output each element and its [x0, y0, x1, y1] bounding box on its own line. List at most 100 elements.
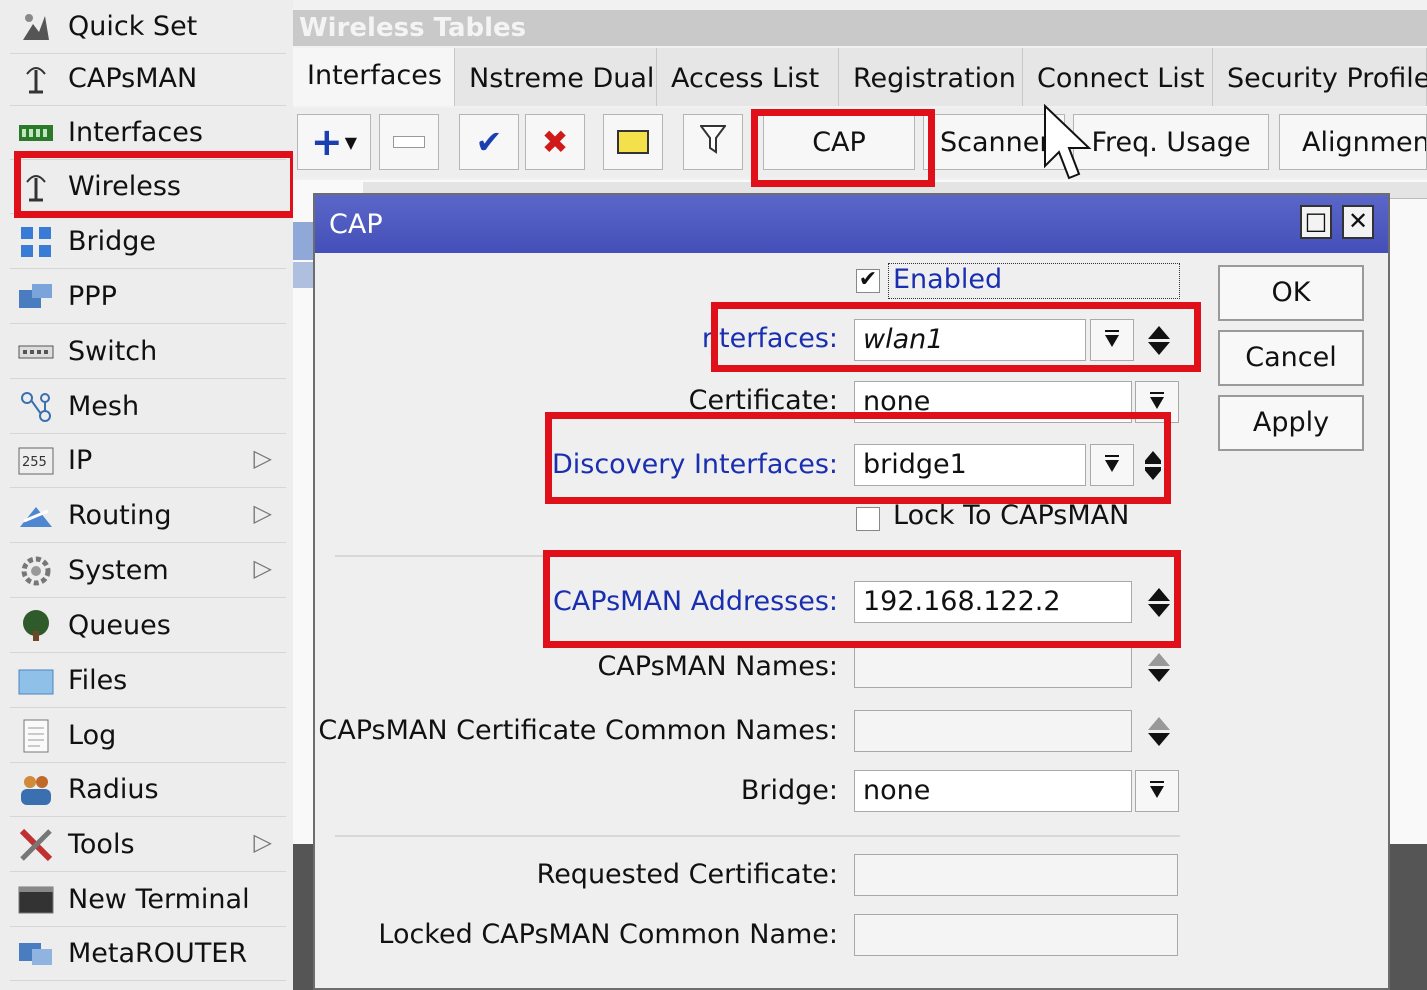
- capsman-cert-names-field[interactable]: [854, 710, 1132, 752]
- chevron-down-icon: ▼: [344, 132, 358, 152]
- close-icon[interactable]: ✕: [1342, 205, 1374, 239]
- separator: [335, 835, 1180, 837]
- enabled-checkbox[interactable]: ✔: [856, 269, 880, 293]
- sidebar-item-interfaces[interactable]: Interfaces: [10, 106, 286, 160]
- apply-button[interactable]: Apply: [1218, 395, 1364, 451]
- sidebar-menu: Quick Set CAPsMAN Interfaces Wireless Br…: [0, 0, 295, 990]
- plus-icon: +: [310, 120, 343, 164]
- disable-button[interactable]: ✖: [525, 114, 585, 170]
- sidebar-item-switch[interactable]: Switch: [10, 325, 286, 379]
- system-icon: [16, 551, 56, 591]
- tab-security-profile[interactable]: Security Profile: [1213, 48, 1427, 106]
- lock-to-capsman-checkbox[interactable]: [856, 507, 880, 531]
- certificate-field[interactable]: none: [854, 381, 1132, 423]
- sidebar-item-routing[interactable]: Routing ▷: [10, 489, 286, 543]
- interfaces-icon: [16, 113, 56, 153]
- interfaces-label: nterfaces:: [701, 323, 838, 354]
- maximize-icon[interactable]: □: [1300, 205, 1332, 239]
- requested-certificate-field[interactable]: [854, 854, 1178, 896]
- svg-text:255: 255: [22, 455, 47, 470]
- sidebar-item-files[interactable]: Files: [10, 654, 286, 708]
- enable-button[interactable]: ✔: [459, 114, 519, 170]
- locked-common-name-field[interactable]: [854, 914, 1178, 956]
- addresses-up-down-icon[interactable]: [1145, 581, 1173, 623]
- comment-icon: [617, 130, 649, 154]
- filter-icon: [699, 124, 727, 161]
- submenu-arrow-icon: ▷: [253, 554, 272, 582]
- lock-to-capsman-label: Lock To CAPsMAN: [893, 500, 1130, 531]
- ok-button[interactable]: OK: [1218, 265, 1364, 321]
- sidebar-item-label: Routing: [68, 500, 172, 531]
- interfaces-up-down-icon[interactable]: [1145, 319, 1173, 361]
- submenu-arrow-icon: ▷: [253, 828, 272, 856]
- tab-connect-list[interactable]: Connect List: [1023, 48, 1213, 106]
- tab-registration[interactable]: Registration: [839, 48, 1023, 106]
- bridge-dropdown-button[interactable]: [1135, 770, 1179, 812]
- routing-icon: [16, 496, 56, 536]
- sidebar-item-new-terminal[interactable]: New Terminal: [10, 873, 286, 927]
- cap-button[interactable]: CAP: [763, 114, 915, 170]
- tab-nstreme-dual[interactable]: Nstreme Dual: [455, 48, 657, 106]
- radius-icon: [16, 770, 56, 810]
- sidebar-item-capsman[interactable]: CAPsMAN: [10, 52, 286, 106]
- sidebar-item-label: Interfaces: [68, 117, 203, 148]
- discovery-interfaces-field[interactable]: bridge1: [854, 444, 1086, 486]
- sidebar-item-label: Tools: [68, 829, 135, 860]
- sidebar-item-bridge[interactable]: Bridge: [10, 215, 286, 269]
- cap-dialog: CAP □ ✕ ✔ Enabled nterfaces: wlan1 Certi…: [313, 193, 1390, 990]
- toolbar: + ▼ ✔ ✖ CAP Scanner Freq. Usage Alignmen…: [293, 108, 1427, 178]
- sidebar-item-label: IP: [68, 445, 93, 476]
- sidebar-item-wireless[interactable]: Wireless: [10, 160, 286, 214]
- filter-button[interactable]: [683, 114, 743, 170]
- bridge-field[interactable]: none: [854, 770, 1132, 812]
- dropdown-arrow-icon: [1148, 387, 1166, 418]
- add-button[interactable]: + ▼: [297, 114, 371, 170]
- enabled-label[interactable]: Enabled: [888, 263, 1180, 299]
- alignment-button[interactable]: Alignment: [1279, 114, 1427, 170]
- cert-names-up-down-icon[interactable]: [1145, 710, 1173, 752]
- sidebar-item-ppp[interactable]: PPP: [10, 270, 286, 324]
- sidebar-item-label: Wireless: [68, 171, 181, 202]
- sidebar-item-queues[interactable]: Queues: [10, 599, 286, 653]
- sidebar-item-radius[interactable]: Radius: [10, 763, 286, 817]
- remove-button[interactable]: [379, 114, 439, 170]
- mesh-icon: [16, 387, 56, 427]
- sidebar-item-label: Log: [68, 720, 117, 751]
- certificate-dropdown-button[interactable]: [1135, 381, 1179, 423]
- capsman-icon: [16, 59, 56, 99]
- interfaces-field[interactable]: wlan1: [854, 319, 1086, 361]
- capsman-names-label: CAPsMAN Names:: [597, 651, 838, 682]
- sidebar-item-mesh[interactable]: Mesh: [10, 380, 286, 434]
- discovery-up-down-icon[interactable]: [1145, 444, 1161, 486]
- names-up-down-icon[interactable]: [1145, 646, 1173, 688]
- freq-usage-button[interactable]: Freq. Usage: [1073, 114, 1269, 170]
- locked-common-name-label: Locked CAPsMAN Common Name:: [378, 919, 838, 950]
- sidebar-item-label: Files: [68, 665, 128, 696]
- capsman-addresses-field[interactable]: 192.168.122.2: [854, 581, 1132, 623]
- sidebar-item-label: New Terminal: [68, 884, 250, 915]
- tools-icon: [16, 825, 56, 865]
- tab-interfaces[interactable]: Interfaces: [293, 48, 455, 106]
- comment-button[interactable]: [603, 114, 663, 170]
- files-icon: [16, 661, 56, 701]
- discovery-dropdown-button[interactable]: [1090, 444, 1134, 486]
- bridge-label: Bridge:: [740, 775, 838, 806]
- sidebar-item-log[interactable]: Log: [10, 709, 286, 763]
- log-icon: [16, 716, 56, 756]
- capsman-addresses-label: CAPsMAN Addresses:: [552, 586, 838, 617]
- capsman-names-field[interactable]: [854, 646, 1132, 688]
- sidebar-item-metarouter[interactable]: MetaROUTER: [10, 927, 286, 981]
- interfaces-dropdown-button[interactable]: [1090, 319, 1134, 361]
- tab-access-list[interactable]: Access List: [657, 48, 839, 106]
- cancel-button[interactable]: Cancel: [1218, 330, 1364, 386]
- sidebar-item-system[interactable]: System ▷: [10, 544, 286, 598]
- dropdown-arrow-icon: [1148, 776, 1166, 807]
- cross-icon: ✖: [541, 123, 569, 161]
- wireless-icon: [16, 167, 56, 207]
- sidebar-item-tools[interactable]: Tools ▷: [10, 818, 286, 872]
- sidebar-item-ip[interactable]: 255 IP ▷: [10, 434, 286, 488]
- sidebar-item-quick-set[interactable]: Quick Set: [10, 0, 286, 54]
- bridge-icon: [16, 222, 56, 262]
- discovery-interfaces-label: Discovery Interfaces:: [551, 449, 838, 480]
- metarouter-icon: [16, 934, 56, 974]
